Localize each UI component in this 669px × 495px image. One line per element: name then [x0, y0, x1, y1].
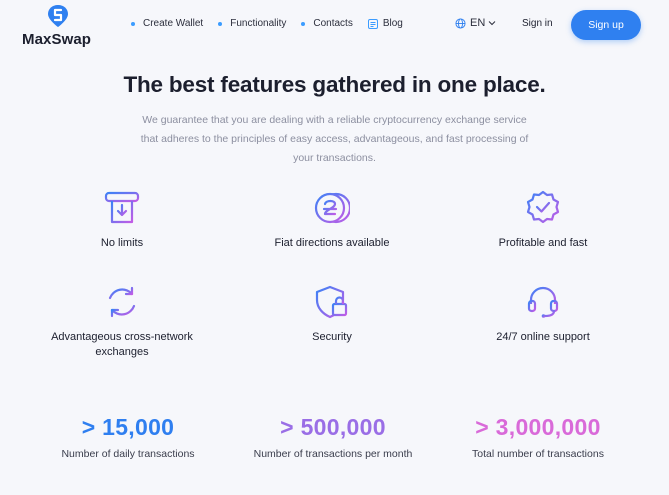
- headset-icon: [527, 286, 559, 318]
- feature-label: Security: [312, 331, 352, 343]
- shield-lock-icon: [315, 285, 348, 319]
- feature-label: Advantageous cross-network exchanges: [51, 331, 193, 358]
- nav-bullet-icon: [301, 21, 306, 26]
- sign-up-button[interactable]: Sign up: [571, 10, 641, 40]
- nav-item-label: Blog: [382, 18, 403, 29]
- feature-label: 24/7 online support: [496, 331, 590, 343]
- nav-bullet-icon: [131, 21, 135, 26]
- stat-label: Number of transactions per month: [253, 448, 413, 460]
- maxswap-logo-icon: [48, 5, 68, 27]
- feature-label: Fiat directions available: [274, 237, 390, 249]
- nav-bullet-icon: [218, 21, 223, 26]
- language-selector[interactable]: EN: [455, 17, 500, 29]
- sign-in-link[interactable]: Sign in: [522, 18, 553, 29]
- stat-label: Total number of transactions: [472, 448, 604, 460]
- feature-label: Profitable and fast: [498, 237, 588, 249]
- globe-icon: [455, 17, 466, 29]
- nav-item-label: Functionality: [230, 18, 287, 29]
- stat-value: > 15,000: [81, 414, 175, 440]
- page-subtitle: We guarantee that you are dealing with a…: [140, 114, 529, 164]
- blog-icon: [367, 18, 378, 29]
- nav-item-label: Create Wallet: [143, 18, 204, 29]
- language-code: EN: [470, 17, 486, 29]
- circular-arrows-icon: [108, 286, 136, 318]
- stat-value: > 3,000,000: [475, 414, 601, 440]
- main-nav: Create Wallet Functionality Contacts Blo…: [131, 18, 418, 29]
- nav-item-label: Contacts: [313, 18, 353, 29]
- nav-blog[interactable]: Blog: [367, 18, 403, 29]
- feature-label: No limits: [100, 237, 144, 249]
- stat-label: Number of daily transactions: [61, 448, 195, 460]
- nav-contacts[interactable]: Contacts: [301, 18, 353, 29]
- site-header: MaxSwap Create Wallet Functionality Cont…: [0, 0, 669, 52]
- stat-value: > 500,000: [280, 414, 386, 440]
- coin-stack-icon: [314, 192, 350, 224]
- nav-create-wallet[interactable]: Create Wallet: [131, 18, 203, 29]
- verified-badge-icon: [526, 190, 560, 224]
- receipt-arrow-icon: [104, 191, 140, 224]
- nav-functionality[interactable]: Functionality: [218, 18, 286, 29]
- chevron-down-icon: [488, 21, 496, 26]
- logo-link[interactable]: MaxSwap: [22, 4, 92, 48]
- page-title: The best features gathered in one place.: [123, 72, 546, 97]
- brand-name: MaxSwap: [22, 31, 92, 48]
